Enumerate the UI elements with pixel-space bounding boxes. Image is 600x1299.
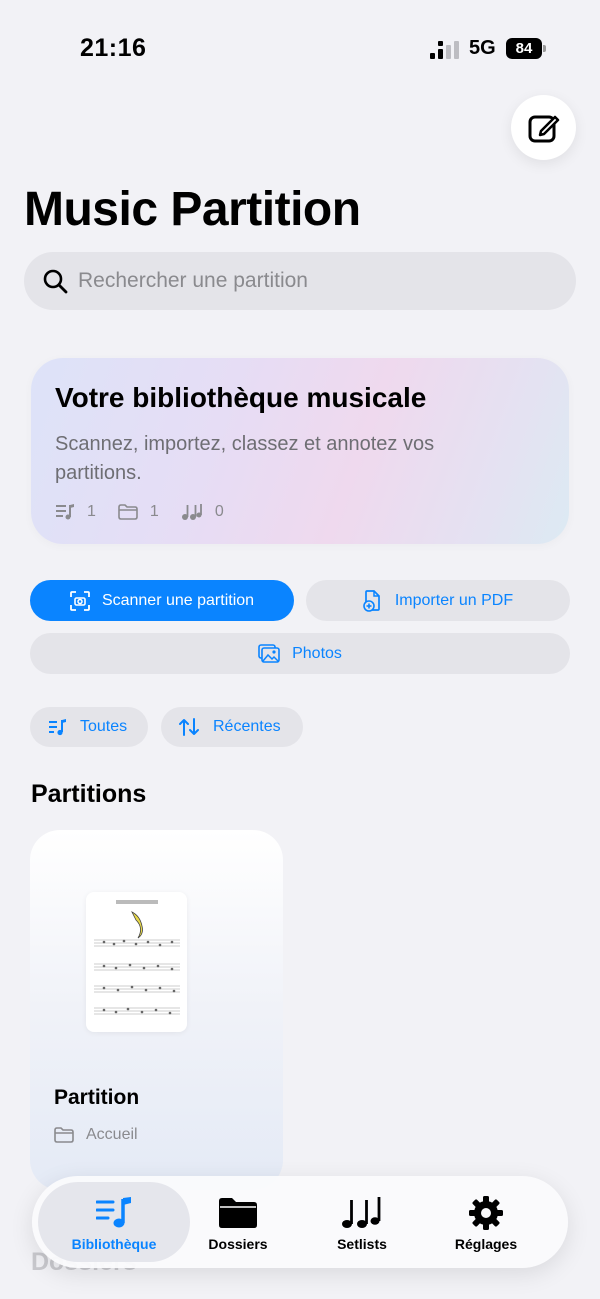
search-input[interactable] (78, 269, 538, 293)
compose-button[interactable] (511, 95, 576, 160)
stat-partitions-count: 1 (87, 503, 96, 520)
status-time: 21:16 (80, 34, 147, 62)
stat-setlists-count: 0 (214, 503, 224, 520)
tab-bar: Bibliothèque Dossiers Setlists Réglages (32, 1176, 568, 1268)
filter-recent-label: Récentes (213, 718, 281, 735)
battery-level: 84 (506, 38, 542, 59)
search-icon (43, 269, 68, 294)
partition-folder-name: Accueil (86, 1126, 138, 1143)
tab-setlists[interactable]: Setlists (314, 1176, 410, 1268)
partition-name: Partition (54, 1086, 140, 1109)
tab-setlists-label: Setlists (337, 1236, 387, 1252)
folder-icon (54, 1127, 74, 1143)
partition-card[interactable]: Partition Accueil (30, 830, 283, 1190)
partitions-section-title: Partitions (31, 780, 147, 808)
partition-thumbnail (86, 892, 187, 1032)
network-type: 5G (469, 37, 496, 59)
filter-all-chip[interactable]: Toutes (30, 707, 148, 747)
tab-reglages-label: Réglages (454, 1236, 518, 1252)
partition-folder: Accueil (54, 1126, 138, 1144)
music-list-icon (49, 719, 66, 736)
cellular-signal-icon (430, 41, 459, 59)
folder-icon (118, 504, 138, 520)
music-notes-icon (342, 1197, 381, 1228)
photos-label: Photos (292, 644, 342, 662)
folder-icon (219, 1198, 257, 1228)
stat-setlists: 0 (181, 503, 224, 521)
import-pdf-label: Importer un PDF (394, 591, 514, 609)
scan-partition-button[interactable]: Scanner une partition (30, 580, 294, 621)
camera-scan-icon (70, 590, 90, 611)
filter-recent-chip[interactable]: Récentes (161, 707, 303, 747)
document-add-icon (363, 589, 380, 612)
library-stats: 1 1 0 (55, 503, 246, 521)
scan-partition-label: Scanner une partition (101, 591, 255, 609)
tab-dossiers-label: Dossiers (208, 1236, 268, 1252)
tab-reglages[interactable]: Réglages (438, 1176, 534, 1268)
gear-icon (469, 1196, 503, 1230)
filter-all-label: Toutes (80, 718, 128, 735)
sort-arrows-icon (179, 718, 199, 736)
search-bar[interactable] (24, 252, 576, 310)
hero-subtitle: Scannez, importez, classez et annotez vo… (55, 433, 435, 484)
music-library-icon (96, 1197, 131, 1228)
tab-dossiers[interactable]: Dossiers (190, 1176, 286, 1268)
stat-partitions: 1 (55, 503, 96, 521)
import-pdf-button[interactable]: Importer un PDF (306, 580, 570, 621)
hero-title: Votre bibliothèque musicale (55, 382, 427, 413)
sheet-music-preview-icon (94, 900, 180, 1015)
page-title: Music Partition (24, 183, 361, 236)
stat-folders: 1 (118, 503, 159, 521)
tab-bibliotheque[interactable]: Bibliothèque (38, 1176, 190, 1268)
photos-button[interactable]: Photos (30, 633, 570, 674)
music-list-icon (56, 504, 74, 520)
battery-icon: 84 (506, 38, 546, 59)
music-notes-icon (181, 504, 202, 520)
stat-folders-count: 1 (149, 503, 159, 520)
library-summary-card: Votre bibliothèque musicale Scannez, imp… (31, 358, 569, 544)
compose-icon (528, 115, 559, 142)
photos-icon (258, 644, 280, 663)
tab-bibliotheque-label: Bibliothèque (71, 1236, 157, 1252)
